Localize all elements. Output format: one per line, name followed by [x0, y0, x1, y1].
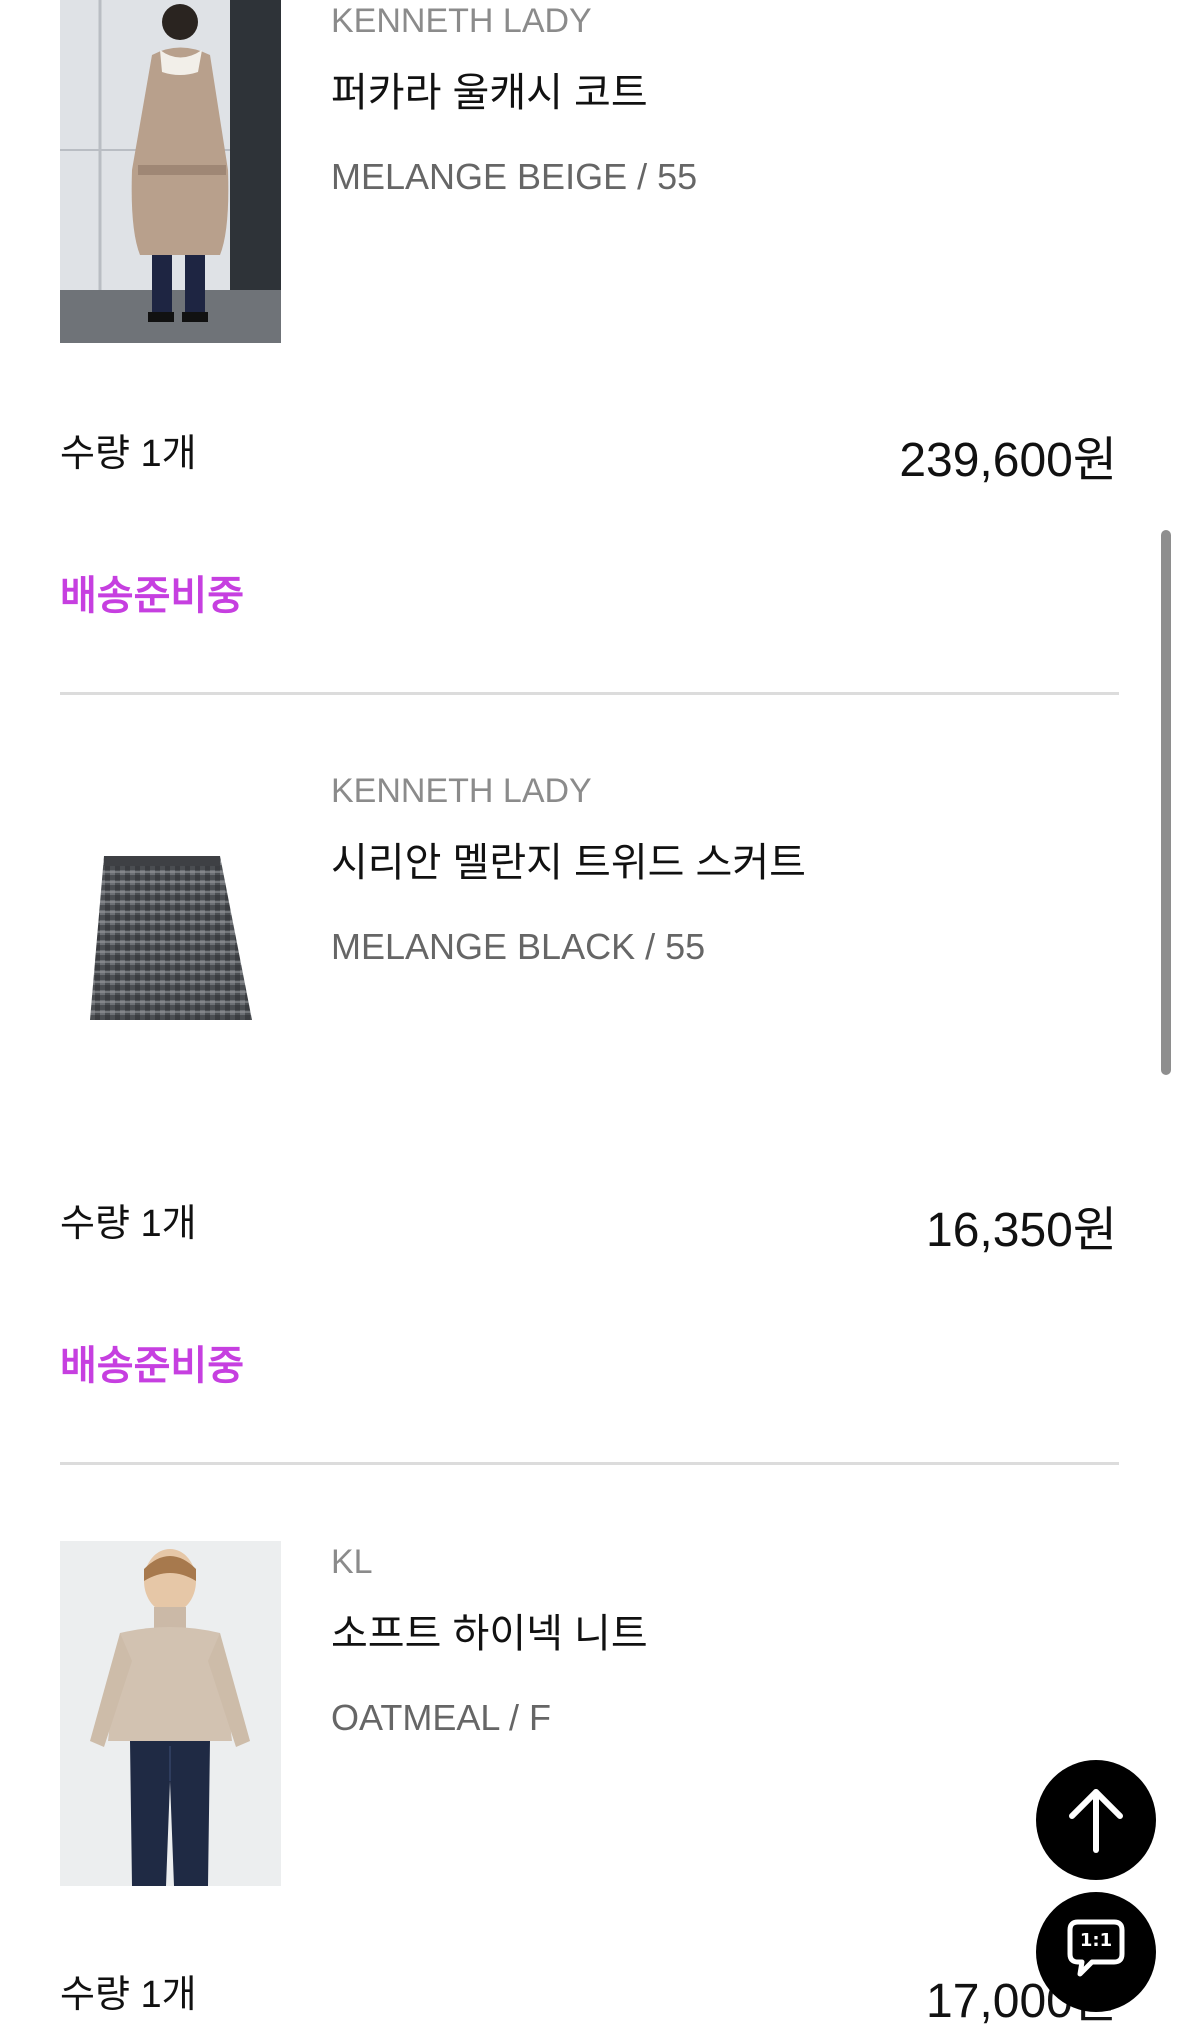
- scroll-to-top-button[interactable]: [1036, 1760, 1156, 1880]
- product-image-coat[interactable]: [60, 0, 281, 343]
- product-name[interactable]: 소프트 하이넥 니트: [331, 1601, 648, 1659]
- product-option: MELANGE BEIGE / 55: [331, 156, 698, 197]
- divider: [60, 692, 1119, 695]
- product-name[interactable]: 퍼카라 울캐시 코트: [331, 60, 648, 118]
- brand-name: KL: [331, 1543, 373, 1581]
- brand-name: KENNETH LADY: [331, 2, 592, 40]
- brand-name: KENNETH LADY: [331, 772, 592, 810]
- product-option: MELANGE BLACK / 55: [331, 926, 706, 967]
- quantity-label: 수량 1개: [60, 1974, 197, 2016]
- product-option: OATMEAL / F: [331, 1697, 552, 1738]
- chat-bubble-icon: [1036, 1892, 1156, 2012]
- arrow-up-icon: [1036, 1760, 1156, 1880]
- divider: [60, 1462, 1119, 1465]
- chat-label: 1:1: [1079, 1930, 1113, 1951]
- quantity-label: 수량 1개: [60, 1203, 197, 1245]
- product-image-knit[interactable]: [60, 1541, 281, 1886]
- price-label: 16,350원: [926, 1204, 1117, 1257]
- shipping-status: 배송준비중: [60, 574, 244, 618]
- product-name[interactable]: 시리안 멜란지 트위드 스커트: [331, 830, 806, 888]
- chat-button[interactable]: 1:1: [1036, 1892, 1156, 2012]
- scrollbar[interactable]: [1161, 530, 1171, 1075]
- product-image-skirt[interactable]: [60, 770, 281, 1114]
- price-label: 239,600원: [899, 434, 1117, 487]
- shipping-status: 배송준비중: [60, 1344, 244, 1388]
- quantity-label: 수량 1개: [60, 433, 197, 475]
